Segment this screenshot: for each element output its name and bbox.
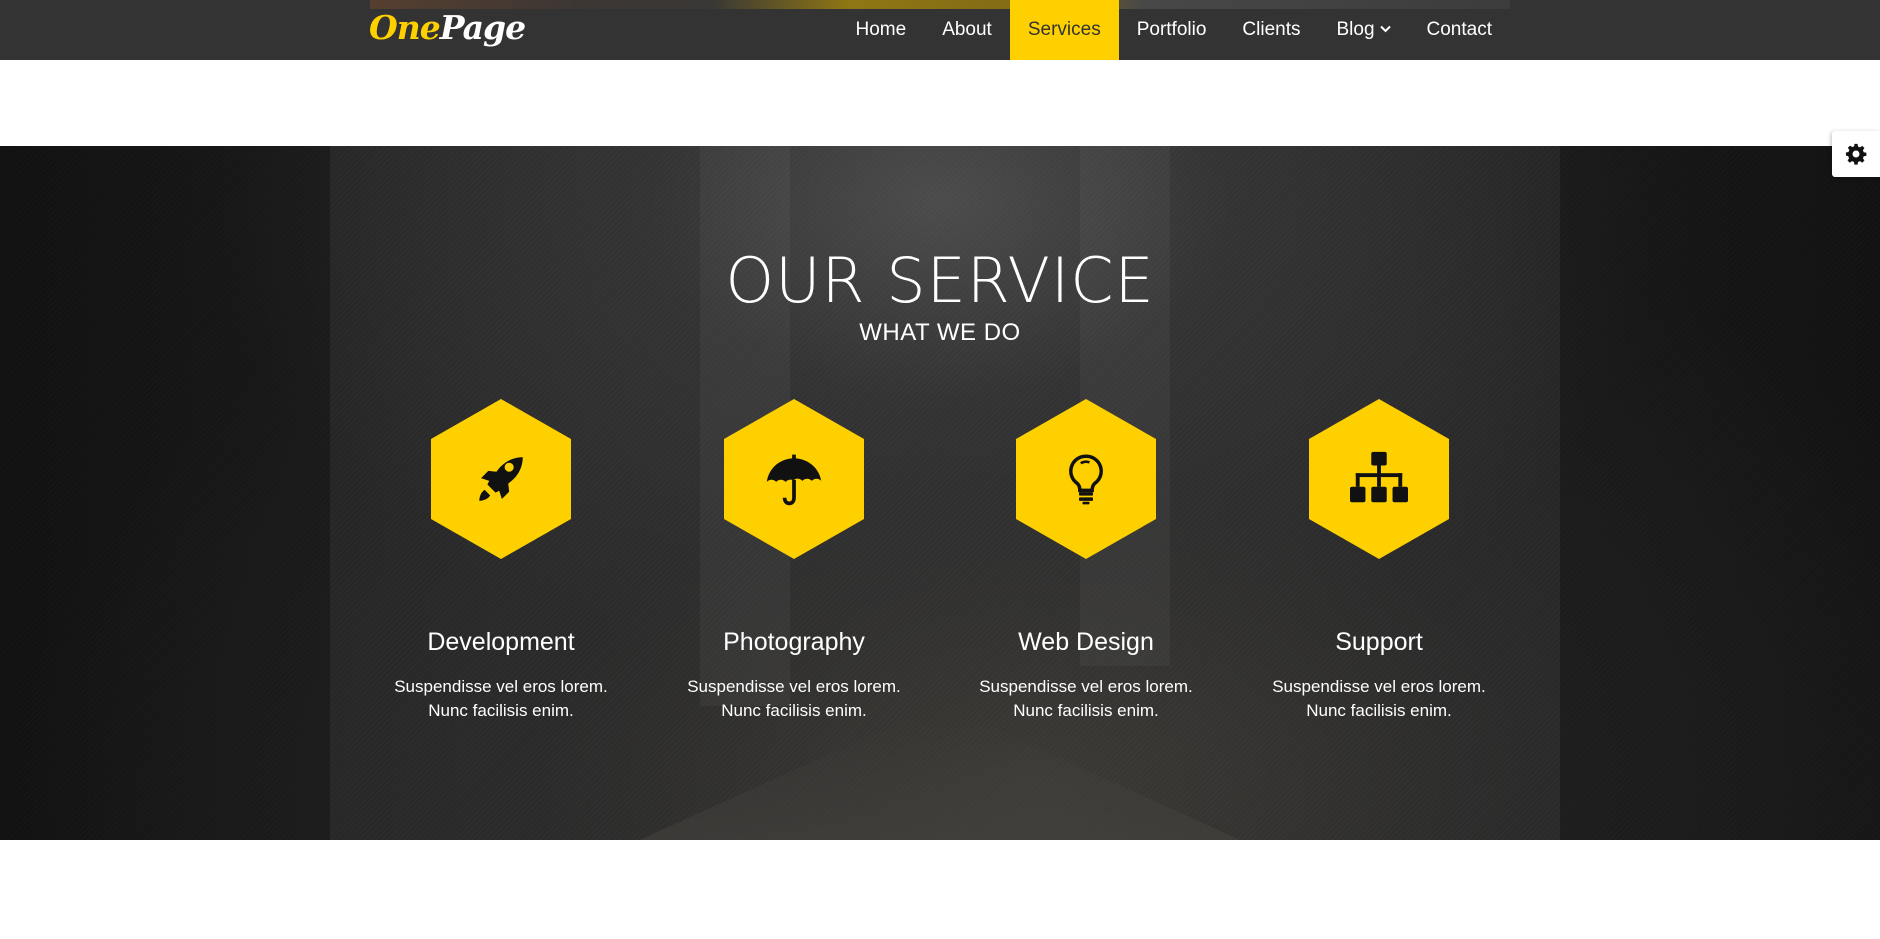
main-nav: Home About Services Portfolio Clients Bl… <box>838 0 1511 60</box>
services-section: OUR SERVICE WHAT WE DO Development Suspe… <box>0 146 1880 840</box>
nav-item-label: About <box>942 19 992 40</box>
service-title: Photography <box>723 628 865 656</box>
service-card-photography: Photography Suspendisse vel eros lorem. … <box>684 399 904 723</box>
lightbulb-icon <box>1069 454 1103 505</box>
service-title: Support <box>1335 628 1423 656</box>
nav-item-about[interactable]: About <box>924 0 1010 60</box>
umbrella-icon <box>766 454 822 506</box>
service-card-development: Development Suspendisse vel eros lorem. … <box>391 399 611 723</box>
nav-item-services[interactable]: Services <box>1009 0 1119 60</box>
service-description-line: Suspendisse vel eros lorem. <box>687 677 901 696</box>
service-description-line: Nunc facilisis enim. <box>1306 701 1452 720</box>
nav-item-label: Services <box>1027 19 1101 40</box>
service-description-line: Nunc facilisis enim. <box>721 701 867 720</box>
site-logo[interactable]: OnePage <box>369 6 526 50</box>
nav-item-home[interactable]: Home <box>838 0 925 60</box>
gear-icon <box>1845 143 1867 165</box>
service-description-line: Suspendisse vel eros lorem. <box>394 677 608 696</box>
section-title: OUR SERVICE <box>725 244 1155 317</box>
background-street <box>640 720 1240 840</box>
service-hexagon[interactable] <box>724 399 864 559</box>
service-description: Suspendisse vel eros lorem. Nunc facilis… <box>976 675 1196 723</box>
service-hexagon[interactable] <box>1016 399 1156 559</box>
service-hexagon[interactable] <box>431 399 571 559</box>
logo-text-page: Page <box>439 8 526 47</box>
site-header: OnePage Home About Services Portfolio Cl… <box>0 0 1880 60</box>
sitemap-icon <box>1350 451 1408 503</box>
service-description-line: Suspendisse vel eros lorem. <box>1272 677 1486 696</box>
service-description: Suspendisse vel eros lorem. Nunc facilis… <box>1269 675 1489 723</box>
chevron-down-icon <box>1379 25 1391 33</box>
logo-text-one: One <box>369 8 441 47</box>
service-description-line: Suspendisse vel eros lorem. <box>979 677 1193 696</box>
service-card-support: Support Suspendisse vel eros lorem. Nunc… <box>1269 399 1489 723</box>
nav-item-blog[interactable]: Blog <box>1318 0 1408 60</box>
service-title: Web Design <box>1018 628 1154 656</box>
nav-item-label: Clients <box>1242 19 1301 40</box>
nav-item-label: Contact <box>1426 19 1492 40</box>
service-description: Suspendisse vel eros lorem. Nunc facilis… <box>391 675 611 723</box>
service-title: Development <box>427 628 575 656</box>
settings-toggle-button[interactable] <box>1832 131 1880 177</box>
nav-item-label: Blog <box>1336 19 1375 40</box>
service-hexagon[interactable] <box>1309 399 1449 559</box>
section-subtitle: WHAT WE DO <box>859 319 1021 346</box>
nav-item-label: Portfolio <box>1136 19 1207 40</box>
service-description: Suspendisse vel eros lorem. Nunc facilis… <box>684 675 904 723</box>
nav-item-contact[interactable]: Contact <box>1409 0 1510 60</box>
service-card-web-design: Web Design Suspendisse vel eros lorem. N… <box>976 399 1196 723</box>
rocket-icon <box>479 457 523 501</box>
nav-item-portfolio[interactable]: Portfolio <box>1119 0 1225 60</box>
service-description-line: Nunc facilisis enim. <box>1013 701 1159 720</box>
nav-item-clients[interactable]: Clients <box>1224 0 1318 60</box>
service-description-line: Nunc facilisis enim. <box>428 701 574 720</box>
nav-item-label: Home <box>855 19 907 40</box>
